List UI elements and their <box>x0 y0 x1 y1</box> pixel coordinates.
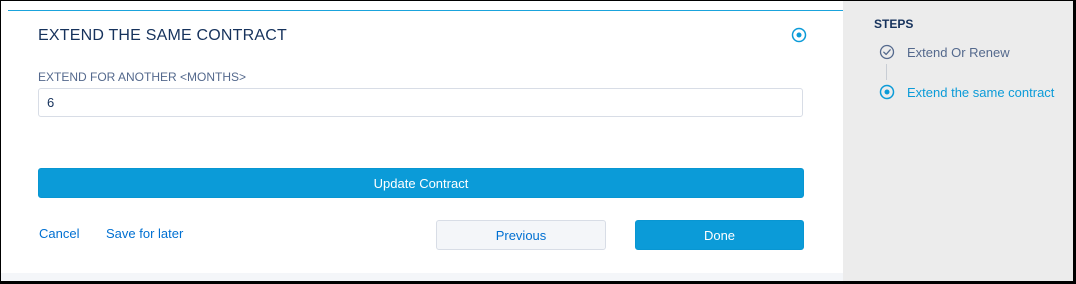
main-panel: EXTEND THE SAME CONTRACT EXTEND FOR ANOT… <box>1 1 843 273</box>
radio-current-icon <box>879 84 895 100</box>
save-for-later-link[interactable]: Save for later <box>106 226 183 241</box>
step-extend-or-renew[interactable]: Extend Or Renew <box>879 44 1010 60</box>
done-button[interactable]: Done <box>635 220 804 250</box>
top-divider <box>8 10 843 11</box>
current-step-icon <box>791 27 807 43</box>
months-input[interactable] <box>38 88 803 117</box>
check-circle-icon <box>879 44 895 60</box>
app-frame: EXTEND THE SAME CONTRACT EXTEND FOR ANOT… <box>1 1 1073 281</box>
step-connector <box>886 64 887 80</box>
page-title: EXTEND THE SAME CONTRACT <box>38 27 287 44</box>
update-contract-button[interactable]: Update Contract <box>38 168 804 198</box>
cancel-link[interactable]: Cancel <box>39 226 79 241</box>
steps-sidebar: STEPS Extend Or Renew Extend the same co… <box>843 1 1073 281</box>
steps-heading: STEPS <box>874 17 914 31</box>
step-label: Extend the same contract <box>907 84 1055 100</box>
step-label: Extend Or Renew <box>907 44 1010 60</box>
months-field-label: EXTEND FOR ANOTHER <MONTHS> <box>38 70 247 84</box>
previous-button[interactable]: Previous <box>436 220 606 250</box>
step-extend-same-contract[interactable]: Extend the same contract <box>879 84 1054 100</box>
